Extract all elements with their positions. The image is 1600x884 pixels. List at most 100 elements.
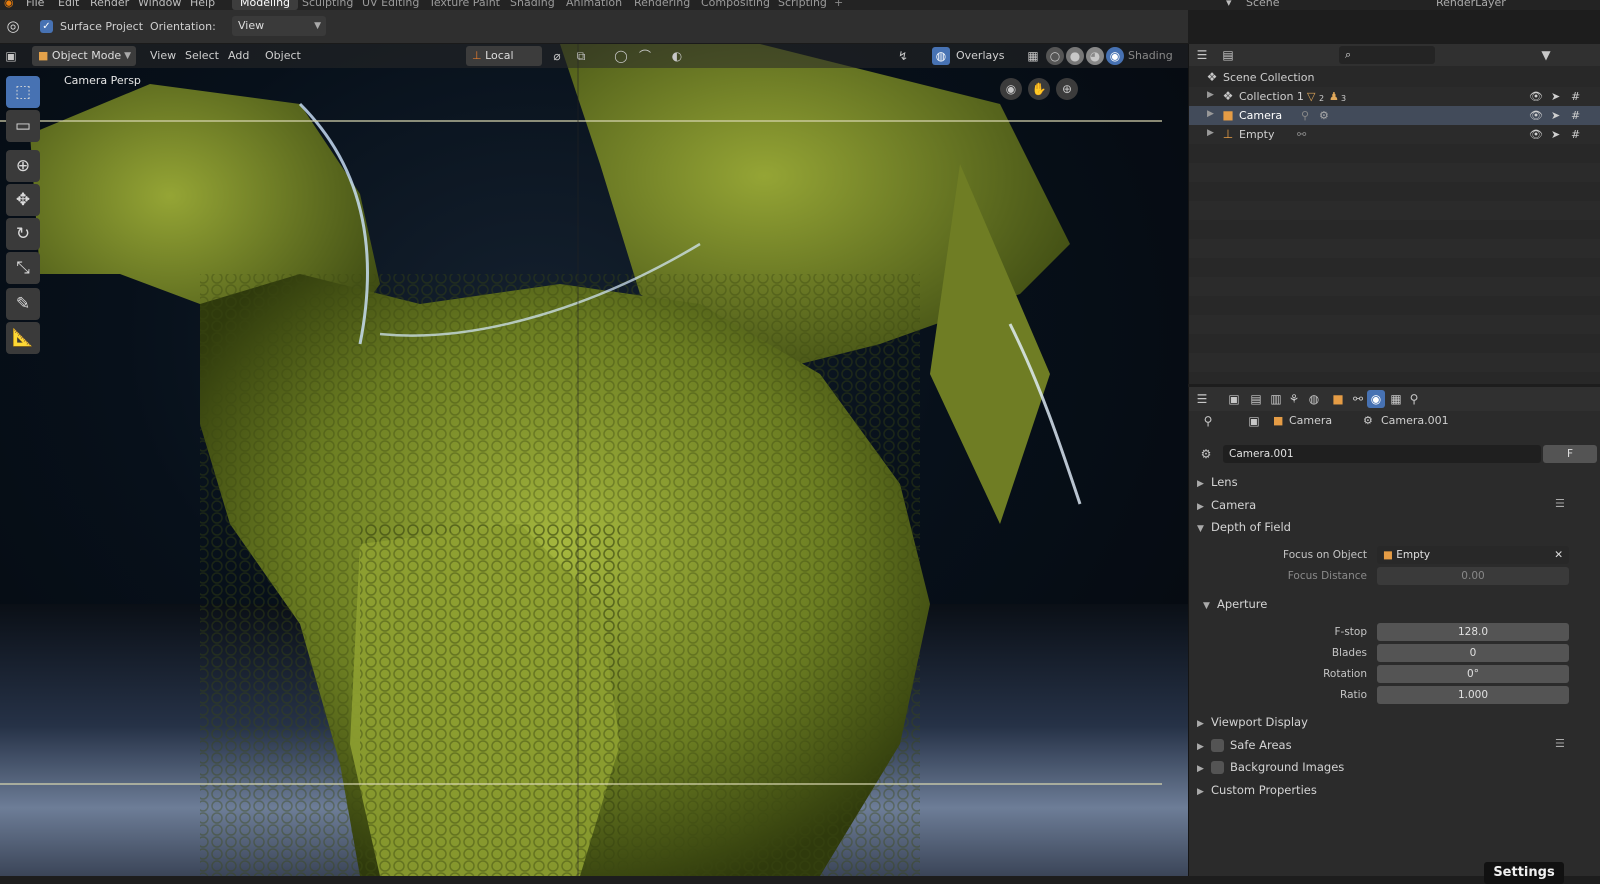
select-tweak-icon[interactable]: ⬚ <box>6 76 40 108</box>
panel-depth-of-field[interactable]: ▼ Depth of Field <box>1197 520 1291 534</box>
solid-shading-icon[interactable]: ● <box>1066 47 1084 65</box>
add-workspace-icon[interactable]: + <box>834 0 843 9</box>
menu-render[interactable]: Render <box>90 0 129 9</box>
presets-icon[interactable]: ☰ <box>1555 737 1565 750</box>
background-images-checkbox[interactable] <box>1211 761 1224 774</box>
tab-animation[interactable]: Animation <box>558 0 630 10</box>
proportional-edit-icon[interactable]: ◯ <box>612 47 630 65</box>
rendered-shading-icon[interactable]: ◉ <box>1106 47 1124 65</box>
mode-dropdown[interactable]: ■ Object Mode ▼ <box>32 46 136 66</box>
pan-hand-icon[interactable]: ✋ <box>1028 78 1050 100</box>
menu-edit[interactable]: Edit <box>58 0 79 9</box>
annotate-icon[interactable]: ✎ <box>6 288 40 320</box>
visibility-icon[interactable]: ◐ <box>668 47 686 65</box>
blades-field[interactable]: 0 <box>1377 644 1569 662</box>
menu-object[interactable]: Object <box>265 49 301 62</box>
safe-areas-checkbox[interactable] <box>1211 739 1224 752</box>
datablock-name-field[interactable]: Camera.001 <box>1223 445 1541 463</box>
editor-type-icon[interactable]: ☰ <box>1193 46 1211 64</box>
orientation-dropdown[interactable]: View ▼ <box>232 16 326 36</box>
panel-background-images[interactable]: ▶ Background Images <box>1197 760 1344 774</box>
cursor-icon[interactable]: ⊕ <box>6 150 40 182</box>
overlays-toggle-icon[interactable]: ◍ <box>932 47 950 65</box>
tab-sculpting[interactable]: Sculpting <box>294 0 361 10</box>
rotation-field[interactable]: 0° <box>1377 665 1569 683</box>
select-box-icon[interactable]: ▭ <box>6 110 40 142</box>
render-restrict-icon[interactable]: # <box>1571 90 1580 103</box>
scale-icon[interactable]: ⤡ <box>6 252 40 284</box>
3d-viewport[interactable]: Camera Persp ◉ ✋ ⊕ <box>0 44 1188 876</box>
transform-orientation-dropdown[interactable]: ⊥ Local <box>466 46 542 66</box>
falloff-icon[interactable]: ⌒ <box>636 47 654 65</box>
tab-texture-paint[interactable]: Texture Paint <box>421 0 508 10</box>
constraints-tab-icon[interactable]: ⚯ <box>1349 390 1367 408</box>
tab-rendering[interactable]: Rendering <box>626 0 698 10</box>
panel-custom-properties[interactable]: ▶ Custom Properties <box>1197 783 1317 797</box>
wireframe-shading-icon[interactable]: ○ <box>1046 47 1064 65</box>
tab-modeling[interactable]: Modeling <box>232 0 299 10</box>
outliner-row-empty[interactable]: ▶ ⊥ Empty ⚯ 👁 ➤ # <box>1189 125 1600 144</box>
scene-name[interactable]: Scene <box>1246 0 1280 9</box>
panel-lens[interactable]: ▶ Lens <box>1197 475 1238 489</box>
measure-icon[interactable]: 📐 <box>6 322 40 354</box>
view-layer-name[interactable]: RenderLayer <box>1436 0 1506 9</box>
clear-icon[interactable]: ✕ <box>1554 546 1563 564</box>
overlays-label[interactable]: Overlays <box>956 49 1005 62</box>
tab-compositing[interactable]: Compositing <box>693 0 778 10</box>
panel-viewport-display[interactable]: ▶ Viewport Display <box>1197 715 1308 729</box>
filter-icon[interactable]: ▼ <box>1537 46 1555 64</box>
object-tab-icon[interactable]: ■ <box>1329 390 1347 408</box>
eye-icon[interactable]: 👁 <box>1529 128 1543 141</box>
ratio-field[interactable]: 1.000 <box>1377 686 1569 704</box>
presets-icon[interactable]: ☰ <box>1555 497 1565 510</box>
view-layer-tab-icon[interactable]: ▥ <box>1267 390 1285 408</box>
expand-arrow-icon[interactable]: ▶ <box>1207 90 1214 100</box>
rotate-icon[interactable]: ↻ <box>6 218 40 250</box>
camera-view-icon[interactable]: ◉ <box>1000 78 1022 100</box>
tab-uv-editing[interactable]: UV Editing <box>354 0 427 10</box>
settings-button[interactable]: Settings <box>1484 862 1564 884</box>
cursor-tool-icon[interactable]: ◎ <box>4 17 22 35</box>
surface-project-checkbox[interactable]: ✓ <box>40 20 53 33</box>
eye-icon[interactable]: 👁 <box>1529 109 1543 122</box>
panel-camera[interactable]: ▶ Camera <box>1197 498 1256 512</box>
material-shading-icon[interactable]: ◕ <box>1086 47 1104 65</box>
outliner-search-input[interactable]: ⌕ <box>1339 46 1435 64</box>
camera-datablock-icon[interactable]: ⚙ <box>1197 445 1215 463</box>
display-mode-icon[interactable]: ▤ <box>1219 46 1237 64</box>
fstop-field[interactable]: 128.0 <box>1377 623 1569 641</box>
fake-user-button[interactable]: F <box>1543 445 1597 463</box>
render-restrict-icon[interactable]: # <box>1571 109 1580 122</box>
pivot-icon[interactable]: ⌀ <box>548 47 566 65</box>
menu-window[interactable]: Window <box>138 0 181 9</box>
eye-icon[interactable]: 👁 <box>1529 90 1543 103</box>
focus-object-field[interactable]: ■ Empty ✕ <box>1377 546 1569 564</box>
expand-arrow-icon[interactable]: ▶ <box>1207 109 1214 119</box>
blender-logo-icon[interactable]: ◉ <box>4 0 14 9</box>
shading-label[interactable]: Shading <box>1128 49 1173 62</box>
editor-type-icon[interactable]: ☰ <box>1193 390 1211 408</box>
xray-icon[interactable]: ▦ <box>1024 47 1042 65</box>
menu-file[interactable]: File <box>26 0 44 9</box>
panel-aperture[interactable]: ▼ Aperture <box>1203 597 1267 611</box>
render-tab-icon[interactable]: ▣ <box>1225 390 1243 408</box>
move-icon[interactable]: ✥ <box>6 184 40 216</box>
tab-scripting[interactable]: Scripting <box>770 0 835 10</box>
menu-add[interactable]: Add <box>228 49 249 62</box>
select-arrow-icon[interactable]: ➤ <box>1551 109 1560 122</box>
render-restrict-icon[interactable]: # <box>1571 128 1580 141</box>
physics-tab-icon[interactable]: ⚲ <box>1405 390 1423 408</box>
snap-icon[interactable]: ⧉ <box>572 47 590 65</box>
texture-tab-icon[interactable]: ▦ <box>1387 390 1405 408</box>
menu-view[interactable]: View <box>150 49 176 62</box>
outliner-row-camera[interactable]: ▶ ■ Camera ⚲ ⚙ 👁 ➤ # <box>1189 106 1600 125</box>
output-tab-icon[interactable]: ▤ <box>1247 390 1265 408</box>
panel-safe-areas[interactable]: ▶ Safe Areas <box>1197 738 1292 752</box>
gizmo-icon[interactable]: ↯ <box>894 47 912 65</box>
menu-help[interactable]: Help <box>190 0 215 9</box>
world-tab-icon[interactable]: ◍ <box>1305 390 1323 408</box>
tab-shading[interactable]: Shading <box>502 0 563 10</box>
select-arrow-icon[interactable]: ➤ <box>1551 90 1560 103</box>
select-arrow-icon[interactable]: ➤ <box>1551 128 1560 141</box>
scene-tab-icon[interactable]: ⚘ <box>1285 390 1303 408</box>
